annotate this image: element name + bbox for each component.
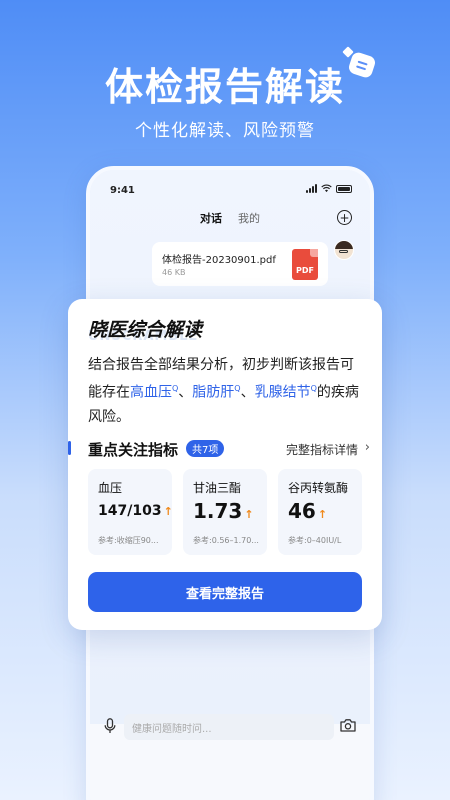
status-icons [306, 184, 352, 193]
metric-value-number: 1.73 [193, 499, 243, 523]
summary-card: UNSCRAMBLE 晓医综合解读 结合报告全部结果分析，初步判断该报告可能存在… [68, 299, 382, 630]
metric-name: 血压 [98, 481, 123, 495]
chevron-right-icon[interactable]: › [365, 440, 370, 455]
metric-reference: 参考:0.56–1.70... [193, 536, 259, 545]
metric-value: 46 ↑ [288, 499, 327, 523]
wifi-icon [321, 184, 332, 193]
metric-value-number: 46 [288, 499, 316, 523]
mic-icon[interactable] [104, 718, 116, 734]
avatar [334, 240, 354, 260]
metric-reference: 参考:0–40IU/L [288, 536, 342, 545]
metric-name: 甘油三酯 [193, 481, 242, 495]
card-title: 晓医综合解读 [88, 319, 203, 341]
status-time: 9:41 [110, 185, 135, 196]
keyword-fatty-liver[interactable]: 脂肪肝 [192, 385, 234, 401]
full-details-link[interactable]: 完整指标详情 [286, 441, 358, 458]
view-full-report-button[interactable]: 查看完整报告 [88, 572, 362, 612]
metric-card-blood-pressure[interactable]: 血压 147/103 ↑ 参考:收缩压90... [88, 469, 173, 555]
metric-card-triglyceride[interactable]: 甘油三酯 1.73 ↑ 参考:0.56–1.70... [183, 469, 267, 555]
question-input[interactable]: 健康问题随时问... [124, 714, 334, 740]
keyword-breast-nodule[interactable]: 乳腺结节 [255, 385, 311, 401]
pdf-icon: PDF [292, 249, 318, 280]
hero-subtitle: 个性化解读、风险预警 [135, 121, 315, 141]
arrow-up-icon: ↑ [317, 508, 328, 521]
metric-value-number: 147/103 [98, 503, 162, 519]
tab-chat[interactable]: 对话 [200, 210, 222, 226]
separator: 、 [178, 384, 193, 401]
tab-bar: 对话 我的 [90, 210, 370, 226]
count-badge: 共7项 [186, 440, 225, 457]
section-accent-bar [68, 441, 71, 455]
signal-icon [306, 184, 317, 193]
metric-value: 147/103 ↑ [98, 503, 173, 519]
file-name: 体检报告-20230901.pdf [162, 255, 276, 266]
metric-value: 1.73 ↑ [193, 499, 254, 523]
separator: 、 [240, 384, 255, 401]
card-description: 结合报告全部结果分析，初步判断该报告可能存在高血压Q、脂肪肝Q、乳腺结节Q的疾病… [88, 353, 366, 429]
hero-title: 体检报告解读 [104, 65, 345, 109]
metric-card-alt[interactable]: 谷丙转氨酶 46 ↑ 参考:0–40IU/L [278, 469, 362, 555]
metric-reference: 参考:收缩压90... [98, 536, 159, 545]
pdf-icon-label: PDF [296, 266, 314, 275]
file-message[interactable]: 体检报告-20230901.pdf 46 KB PDF [152, 242, 328, 286]
keyword-hypertension[interactable]: 高血压 [130, 385, 172, 401]
section-title: 重点关注指标 [88, 441, 179, 459]
camera-icon[interactable] [340, 718, 356, 732]
plus-icon[interactable]: + [337, 210, 352, 225]
arrow-up-icon: ↑ [244, 508, 254, 521]
metric-name: 谷丙转氨酶 [288, 481, 349, 495]
arrow-up-icon: ↑ [163, 505, 173, 518]
file-size: 46 KB [162, 268, 186, 277]
tab-mine[interactable]: 我的 [238, 210, 260, 226]
battery-icon [336, 184, 352, 193]
